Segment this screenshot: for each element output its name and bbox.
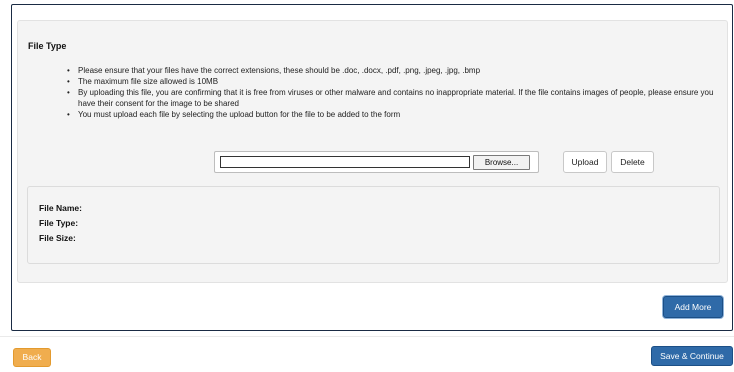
rule-item: You must upload each file by selecting t… [67,109,718,120]
file-name-label: File Name: [39,203,82,213]
back-button[interactable]: Back [13,348,51,367]
section-title: File Type [28,41,67,51]
upload-button[interactable]: Upload [563,151,607,173]
rule-item: The maximum file size allowed is 10MB [67,76,718,87]
browse-button[interactable]: Browse... [473,155,530,170]
file-path-field[interactable] [220,156,470,168]
divider [0,336,734,337]
file-info-box: File Name: File Type: File Size: [27,186,720,264]
file-type-label: File Type: [39,218,79,228]
rule-item: Please ensure that your files have the c… [67,65,718,76]
upload-page: File Type Please ensure that your files … [0,0,734,372]
add-more-button[interactable]: Add More [663,296,723,318]
rule-item: By uploading this file, you are confirmi… [67,87,718,109]
file-size-label: File Size: [39,233,76,243]
file-picker: Browse... [214,151,539,173]
delete-button[interactable]: Delete [611,151,654,173]
upload-rules-list: Please ensure that your files have the c… [66,65,718,120]
save-continue-button[interactable]: Save & Continue [651,346,733,366]
file-upload-panel: File Type Please ensure that your files … [17,20,728,283]
